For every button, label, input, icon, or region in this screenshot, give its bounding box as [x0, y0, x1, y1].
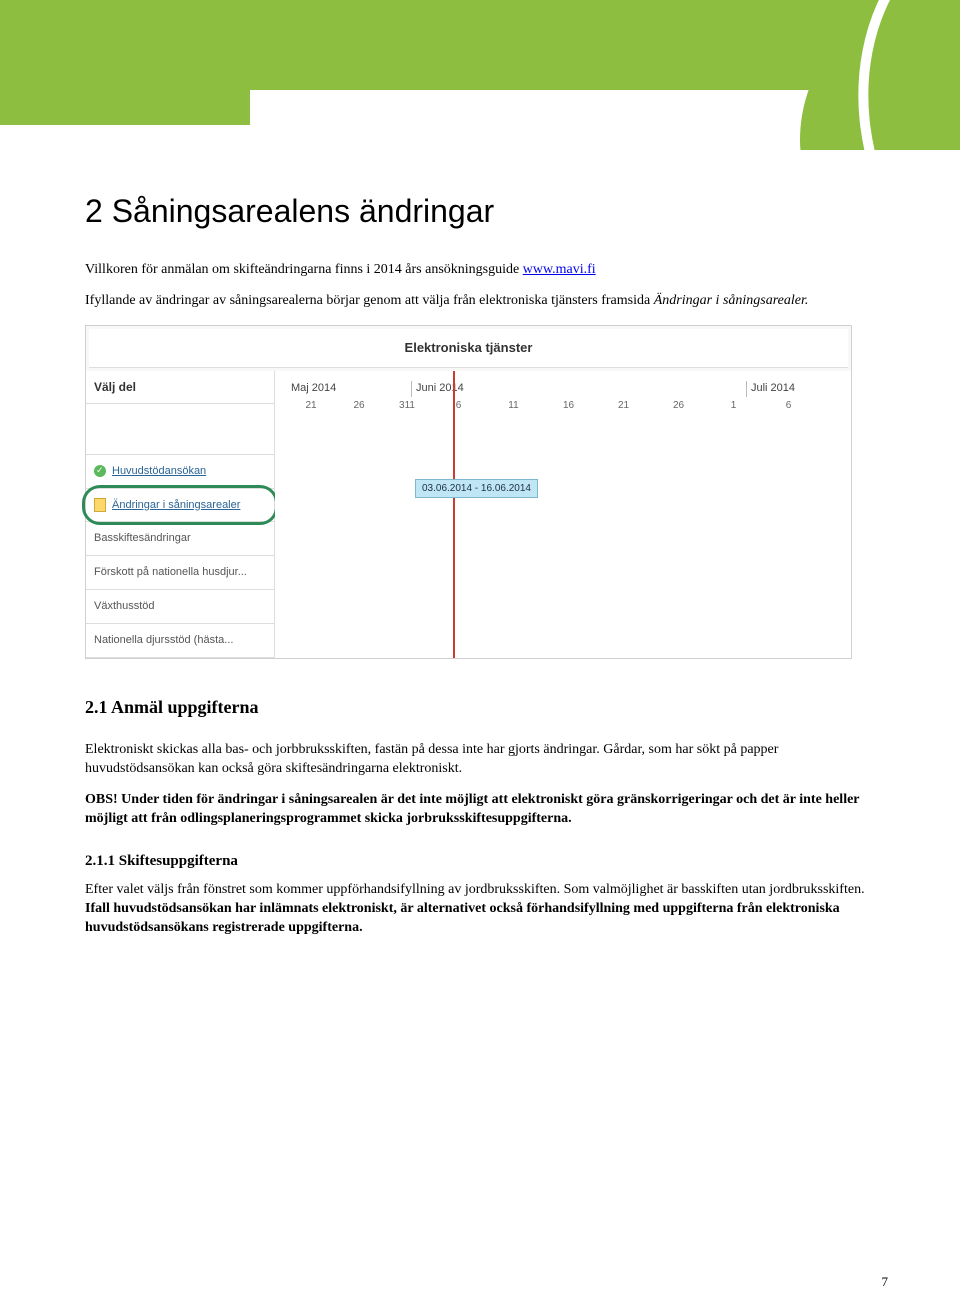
month-juni: Juni 2014: [411, 381, 746, 397]
day: 21: [287, 399, 335, 413]
leaf-logo: [740, 0, 960, 150]
day: 1: [706, 399, 761, 413]
heading-1: 2 Såningsarealens ändringar: [85, 190, 875, 233]
sidebar-item-basskiftes[interactable]: Basskiftesändringar: [86, 522, 274, 556]
timeline-current-line: [453, 371, 455, 658]
p2-text: Ifyllande av ändringar av såningsarealer…: [85, 293, 654, 308]
sidebar-item-huvudstodansokan[interactable]: Huvudstödansökan: [86, 455, 274, 489]
sidebar-label: Förskott på nationella husdjur...: [94, 565, 247, 580]
sidebar-heading: Välj del: [86, 371, 274, 404]
day: 16: [541, 399, 596, 413]
day: 21: [596, 399, 651, 413]
sidebar-label: Växthusstöd: [94, 599, 155, 614]
paragraph-skickas: Elektroniskt skickas alla bas- och jorbb…: [85, 741, 875, 779]
p2-italic: Ändringar i såningsarealer.: [654, 293, 809, 308]
intro-paragraph-2: Ifyllande av ändringar av såningsarealer…: [85, 292, 875, 311]
p5-plain: Efter valet väljs från fönstret som komm…: [85, 882, 865, 897]
sidebar-item-vaxthusstod[interactable]: Växthusstöd: [86, 590, 274, 624]
heading-2-1: 2.1 Anmäl uppgifterna: [85, 695, 875, 719]
header-green-tab: [0, 90, 250, 125]
mavi-link[interactable]: www.mavi.fi: [523, 262, 596, 277]
intro-paragraph-1: Villkoren för anmälan om skifteändringar…: [85, 261, 875, 280]
page-header: [0, 0, 960, 150]
p5-bold: Ifall huvudstödsansökan har inlämnats el…: [85, 901, 840, 935]
page-number: 7: [882, 1273, 889, 1291]
heading-2-1-1: 2.1.1 Skiftesuppgifterna: [85, 851, 875, 871]
timeline-months: Maj 2014 Juni 2014 Juli 2014: [287, 381, 839, 397]
timeline: Maj 2014 Juni 2014 Juli 2014 21 26 311 6…: [275, 371, 851, 413]
sidebar-label: Nationella djursstöd (hästa...: [94, 633, 233, 648]
date-range-chip: 03.06.2014 - 16.06.2014: [415, 479, 538, 499]
day: 311: [383, 399, 431, 413]
day: 6: [431, 399, 486, 413]
embedded-screenshot: Elektroniska tjänster Välj del Huvudstöd…: [85, 325, 852, 659]
check-icon: [94, 465, 106, 477]
timeline-days: 21 26 311 6 11 16 21 26 1 6: [287, 399, 839, 413]
sidebar-spacer-row: [86, 404, 274, 455]
day: 6: [761, 399, 816, 413]
month-maj: Maj 2014: [287, 381, 411, 397]
sidebar-label: Basskiftesändringar: [94, 531, 191, 546]
doc-icon: [94, 498, 106, 512]
paragraph-skiftesuppgifterna: Efter valet väljs från fönstret som komm…: [85, 881, 875, 938]
month-juli: Juli 2014: [746, 381, 839, 397]
sidebar-label: Huvudstödansökan: [112, 464, 206, 479]
screenshot-title: Elektroniska tjänster: [89, 329, 848, 368]
day: 26: [651, 399, 706, 413]
screenshot-timeline-pane: 03.06.2014 - 16.06.2014 Maj 2014 Juni 20…: [275, 371, 851, 658]
day: 11: [486, 399, 541, 413]
document-body: 2 Såningsarealens ändringar Villkoren fö…: [0, 150, 960, 990]
day: 26: [335, 399, 383, 413]
sidebar-item-forskott[interactable]: Förskott på nationella husdjur...: [86, 556, 274, 590]
p1-text: Villkoren för anmälan om skifteändringar…: [85, 262, 523, 277]
sidebar-label: Ändringar i såningsarealer: [112, 498, 240, 513]
sidebar-item-andringar[interactable]: Ändringar i såningsarealer: [86, 489, 274, 523]
sidebar-item-nationella[interactable]: Nationella djursstöd (hästa...: [86, 624, 274, 658]
paragraph-obs: OBS! Under tiden för ändringar i sånings…: [85, 791, 875, 829]
screenshot-sidebar: Välj del Huvudstödansökan Ändringar i så…: [86, 371, 275, 658]
